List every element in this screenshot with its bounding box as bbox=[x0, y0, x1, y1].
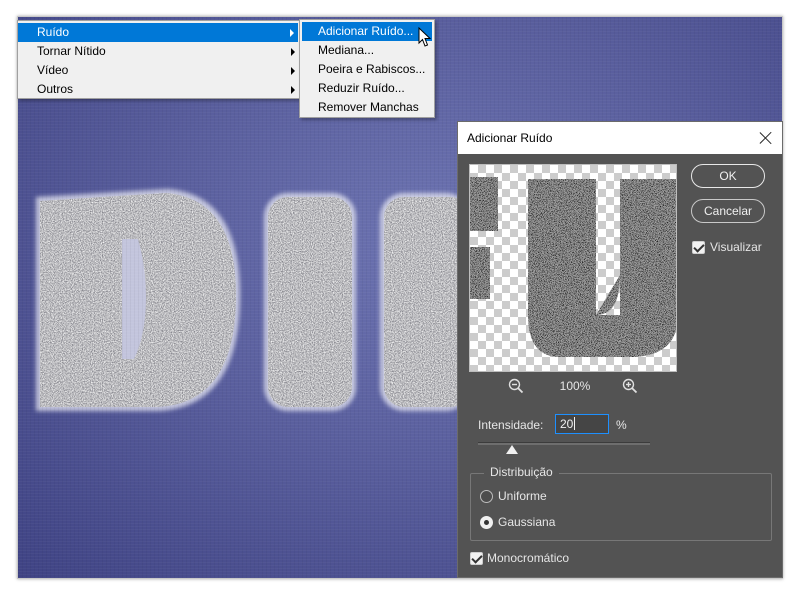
arrow-cursor-icon bbox=[418, 27, 432, 47]
radio-gaussiana[interactable] bbox=[480, 516, 493, 529]
noise-submenu: Adicionar Ruído... Mediana... Poeira e R… bbox=[299, 19, 435, 118]
amount-input[interactable]: 20 bbox=[555, 414, 609, 434]
cancel-button[interactable]: Cancelar bbox=[691, 199, 765, 223]
menu-item-label: Outros bbox=[37, 82, 74, 96]
close-icon[interactable] bbox=[759, 131, 773, 145]
zoom-in-icon[interactable] bbox=[622, 378, 638, 394]
add-noise-dialog: Adicionar Ruído 100% OK Cancelar Visuali… bbox=[457, 121, 783, 578]
submenu-item-mediana[interactable]: Mediana... bbox=[300, 41, 434, 60]
menu-item-label: Remover Manchas bbox=[318, 100, 419, 114]
preview-noise-image bbox=[470, 177, 676, 357]
menu-item-label: Mediana... bbox=[318, 43, 375, 57]
menu-item-tornar-nitido[interactable]: Tornar Nítido bbox=[18, 42, 299, 61]
preview-checkbox-label: Visualizar bbox=[710, 240, 762, 254]
chevron-right-icon bbox=[291, 67, 295, 75]
menu-item-label: Ruído bbox=[37, 25, 70, 39]
menu-item-label: Adicionar Ruído... bbox=[318, 24, 414, 38]
ok-button[interactable]: OK bbox=[691, 164, 765, 188]
amount-label: Intensidade: bbox=[478, 418, 544, 432]
preview-zoom-controls: 100% bbox=[508, 377, 638, 395]
chevron-right-icon bbox=[291, 48, 295, 56]
distribution-group bbox=[470, 473, 772, 541]
radio-uniforme[interactable] bbox=[480, 490, 493, 503]
filter-preview[interactable] bbox=[469, 164, 677, 372]
menu-item-label: Vídeo bbox=[37, 63, 69, 77]
submenu-item-remover-manchas[interactable]: Remover Manchas bbox=[300, 98, 434, 117]
chevron-right-icon bbox=[291, 86, 295, 94]
text-caret bbox=[574, 417, 576, 430]
zoom-out-icon[interactable] bbox=[508, 378, 524, 394]
zoom-level: 100% bbox=[559, 379, 591, 393]
amount-slider-track[interactable] bbox=[478, 442, 650, 445]
menu-item-ruido[interactable]: Ruído bbox=[18, 23, 298, 42]
menu-item-outros[interactable]: Outros bbox=[18, 80, 299, 99]
dialog-title: Adicionar Ruído bbox=[467, 131, 553, 145]
submenu-item-poeira-e-rabiscos[interactable]: Poeira e Rabiscos... bbox=[300, 60, 434, 79]
submenu-item-adicionar-ruido[interactable]: Adicionar Ruído... bbox=[302, 22, 432, 41]
submenu-item-reduzir-ruido[interactable]: Reduzir Ruído... bbox=[300, 79, 434, 98]
preview-checkbox[interactable] bbox=[692, 241, 705, 254]
amount-unit: % bbox=[616, 418, 627, 432]
filter-menu: Ruído Tornar Nítido Vídeo Outros bbox=[17, 20, 300, 99]
amount-value: 20 bbox=[560, 417, 574, 431]
radio-uniforme-label: Uniforme bbox=[498, 489, 547, 503]
chevron-right-icon bbox=[290, 29, 294, 37]
menu-item-label: Reduzir Ruído... bbox=[318, 81, 405, 95]
menu-item-video[interactable]: Vídeo bbox=[18, 61, 299, 80]
monochromatic-label: Monocromático bbox=[487, 551, 570, 565]
menu-item-label: Tornar Nítido bbox=[37, 44, 106, 58]
distribution-legend: Distribuição bbox=[484, 465, 559, 479]
monochromatic-checkbox[interactable] bbox=[470, 552, 483, 565]
radio-gaussiana-label: Gaussiana bbox=[498, 515, 556, 529]
menu-item-label: Poeira e Rabiscos... bbox=[318, 62, 426, 76]
amount-slider-thumb[interactable] bbox=[506, 445, 519, 454]
dialog-title-bar[interactable]: Adicionar Ruído bbox=[458, 122, 782, 154]
